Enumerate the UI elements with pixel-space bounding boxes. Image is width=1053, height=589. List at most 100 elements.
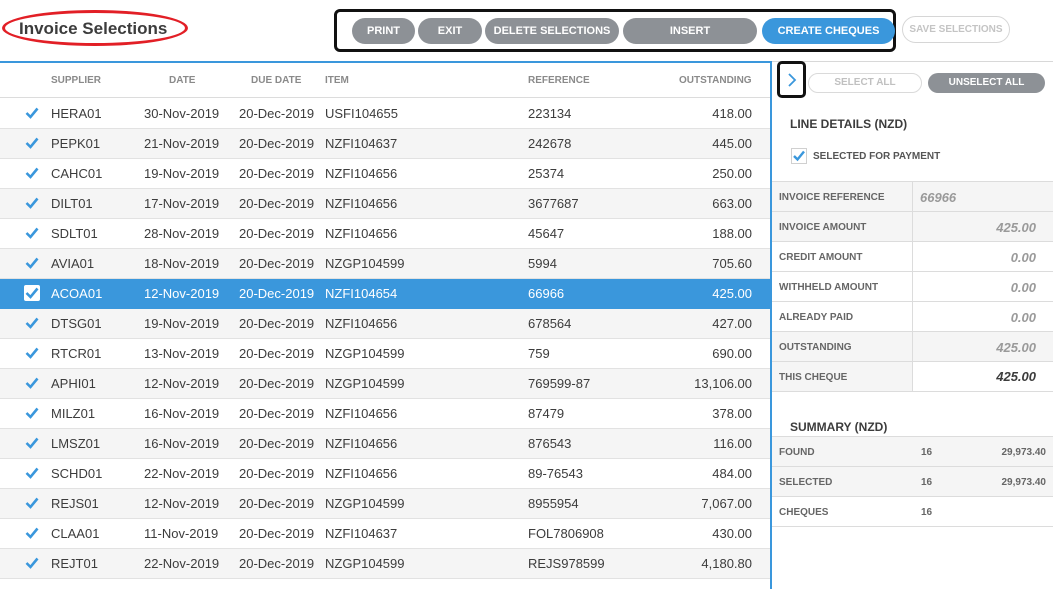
col-item[interactable]: ITEM bbox=[325, 75, 349, 86]
detail-value: 425.00 bbox=[996, 340, 1036, 355]
detail-value[interactable]: 0.00 bbox=[1011, 250, 1036, 265]
col-date[interactable]: DATE bbox=[169, 75, 195, 86]
toolbar: PRINT EXIT DELETE SELECTIONS INSERT CREA… bbox=[334, 9, 896, 52]
cell-supplier: ACOA01 bbox=[51, 286, 103, 301]
cell-due-date: 20-Dec-2019 bbox=[239, 136, 315, 151]
detail-row-outstanding: OUTSTANDING 425.00 bbox=[772, 332, 1053, 362]
cell-reference: 3677687 bbox=[528, 196, 579, 211]
cell-outstanding: 4,180.80 bbox=[701, 556, 752, 571]
row-checkbox-icon[interactable] bbox=[24, 255, 40, 271]
table-row[interactable]: DTSG01 19-Nov-2019 20-Dec-2019 NZFI104656 67… bbox=[0, 309, 770, 339]
chevron-right-icon bbox=[788, 73, 797, 87]
cell-date: 13-Nov-2019 bbox=[144, 346, 220, 361]
detail-row-invoice-amount: INVOICE AMOUNT 425.00 bbox=[772, 212, 1053, 242]
detail-value[interactable]: 0.00 bbox=[1011, 310, 1036, 325]
cell-outstanding: 7,067.00 bbox=[701, 496, 752, 511]
cell-date: 19-Nov-2019 bbox=[144, 316, 220, 331]
row-checkbox-icon[interactable] bbox=[24, 465, 40, 481]
detail-label: ALREADY PAID bbox=[779, 312, 854, 323]
collapse-panel-button[interactable] bbox=[777, 61, 806, 98]
row-checkbox-icon[interactable] bbox=[24, 225, 40, 241]
cell-item: NZGP104599 bbox=[325, 556, 405, 571]
checkbox-checked-icon[interactable] bbox=[791, 148, 807, 164]
cell-outstanding: 425.00 bbox=[712, 286, 752, 301]
table-row[interactable]: SCHD01 22-Nov-2019 20-Dec-2019 NZFI104656 89… bbox=[0, 459, 770, 489]
row-checkbox-icon[interactable] bbox=[24, 105, 40, 121]
table-row[interactable]: AVIA01 18-Nov-2019 20-Dec-2019 NZGP104599 59… bbox=[0, 249, 770, 279]
cell-due-date: 20-Dec-2019 bbox=[239, 436, 315, 451]
cell-supplier: CLAA01 bbox=[51, 526, 100, 541]
row-checkbox-icon[interactable] bbox=[24, 345, 40, 361]
table-row[interactable]: HERA01 30-Nov-2019 20-Dec-2019 USFI104655 22… bbox=[0, 99, 770, 129]
table-row[interactable]: CAHC01 19-Nov-2019 20-Dec-2019 NZFI104656 25… bbox=[0, 159, 770, 189]
detail-value[interactable]: 0.00 bbox=[1011, 280, 1036, 295]
delete-selections-button[interactable]: DELETE SELECTIONS bbox=[485, 18, 619, 44]
unselect-all-button[interactable]: UNSELECT ALL bbox=[928, 73, 1045, 93]
row-checkbox-icon[interactable] bbox=[24, 165, 40, 181]
table-row[interactable]: MILZ01 16-Nov-2019 20-Dec-2019 NZFI104656 87… bbox=[0, 399, 770, 429]
exit-button[interactable]: EXIT bbox=[418, 18, 482, 44]
print-button[interactable]: PRINT bbox=[352, 18, 415, 44]
cell-date: 18-Nov-2019 bbox=[144, 256, 220, 271]
table-row[interactable]: ACOA01 12-Nov-2019 20-Dec-2019 NZFI104654 66… bbox=[0, 279, 770, 309]
cell-item: NZFI104654 bbox=[325, 286, 398, 301]
cell-supplier: LMSZ01 bbox=[51, 436, 101, 451]
summary-label: CHEQUES bbox=[779, 507, 829, 518]
cell-date: 28-Nov-2019 bbox=[144, 226, 220, 241]
row-checkbox-icon[interactable] bbox=[24, 135, 40, 151]
detail-row-withheld-amount: WITHHELD AMOUNT 0.00 bbox=[772, 272, 1053, 302]
row-checkbox-icon[interactable] bbox=[24, 315, 40, 331]
cell-supplier: SDLT01 bbox=[51, 226, 98, 241]
row-checkbox-icon[interactable] bbox=[24, 555, 40, 571]
table-row[interactable]: APHI01 12-Nov-2019 20-Dec-2019 NZGP104599 76… bbox=[0, 369, 770, 399]
table-row[interactable]: REJS01 12-Nov-2019 20-Dec-2019 NZGP104599 89… bbox=[0, 489, 770, 519]
create-cheques-button[interactable]: CREATE CHEQUES bbox=[762, 18, 895, 44]
cell-due-date: 20-Dec-2019 bbox=[239, 496, 315, 511]
cell-outstanding: 430.00 bbox=[712, 526, 752, 541]
cell-date: 12-Nov-2019 bbox=[144, 496, 220, 511]
col-supplier[interactable]: SUPPLIER bbox=[51, 75, 101, 86]
row-checkbox-icon[interactable] bbox=[24, 285, 40, 301]
row-checkbox-icon[interactable] bbox=[24, 435, 40, 451]
detail-row-credit-amount: CREDIT AMOUNT 0.00 bbox=[772, 242, 1053, 272]
detail-label: CREDIT AMOUNT bbox=[779, 252, 863, 263]
detail-row-this-cheque: THIS CHEQUE 425.00 bbox=[772, 362, 1053, 392]
col-outstanding[interactable]: OUTSTANDING bbox=[679, 75, 752, 86]
table-row[interactable]: CLAA01 11-Nov-2019 20-Dec-2019 NZFI104637 FO… bbox=[0, 519, 770, 549]
table-row[interactable]: LMSZ01 16-Nov-2019 20-Dec-2019 NZFI104656 87… bbox=[0, 429, 770, 459]
row-checkbox-icon[interactable] bbox=[24, 495, 40, 511]
cell-due-date: 20-Dec-2019 bbox=[239, 406, 315, 421]
this-cheque-input[interactable]: 425.00 bbox=[913, 362, 1053, 391]
row-checkbox-icon[interactable] bbox=[24, 525, 40, 541]
cell-due-date: 20-Dec-2019 bbox=[239, 256, 315, 271]
cell-reference: REJS978599 bbox=[528, 556, 605, 571]
table-row[interactable]: REJT01 22-Nov-2019 20-Dec-2019 NZGP104599 RE… bbox=[0, 549, 770, 579]
cell-reference: 242678 bbox=[528, 136, 572, 151]
table-row[interactable]: RTCR01 13-Nov-2019 20-Dec-2019 NZGP104599 75… bbox=[0, 339, 770, 369]
selected-for-payment-label: SELECTED FOR PAYMENT bbox=[813, 151, 941, 162]
col-reference[interactable]: REFERENCE bbox=[528, 75, 590, 86]
cell-date: 16-Nov-2019 bbox=[144, 406, 220, 421]
cell-outstanding: 188.00 bbox=[712, 226, 752, 241]
cell-reference: 678564 bbox=[528, 316, 572, 331]
select-all-button[interactable]: SELECT ALL bbox=[808, 73, 922, 93]
cell-date: 19-Nov-2019 bbox=[144, 166, 220, 181]
row-checkbox-icon[interactable] bbox=[24, 405, 40, 421]
detail-label: THIS CHEQUE bbox=[779, 372, 848, 383]
cell-supplier: DILT01 bbox=[51, 196, 93, 211]
table-row[interactable]: PEPK01 21-Nov-2019 20-Dec-2019 NZFI104637 24… bbox=[0, 129, 770, 159]
summary-table: FOUND 16 29,973.40 SELECTED 16 29,973.40… bbox=[772, 436, 1053, 527]
table-row[interactable]: SDLT01 28-Nov-2019 20-Dec-2019 NZFI104656 45… bbox=[0, 219, 770, 249]
row-checkbox-icon[interactable] bbox=[24, 195, 40, 211]
cell-supplier: DTSG01 bbox=[51, 316, 102, 331]
save-selections-button[interactable]: SAVE SELECTIONS bbox=[902, 16, 1010, 43]
table-row[interactable]: DILT01 17-Nov-2019 20-Dec-2019 NZFI104656 36… bbox=[0, 189, 770, 219]
summary-total: 29,973.40 bbox=[1001, 447, 1047, 458]
cell-date: 12-Nov-2019 bbox=[144, 376, 220, 391]
col-due-date[interactable]: DUE DATE bbox=[251, 75, 301, 86]
insert-button[interactable]: INSERT bbox=[623, 18, 757, 44]
cell-due-date: 20-Dec-2019 bbox=[239, 556, 315, 571]
cell-date: 30-Nov-2019 bbox=[144, 106, 220, 121]
row-checkbox-icon[interactable] bbox=[24, 375, 40, 391]
detail-label: INVOICE AMOUNT bbox=[779, 222, 867, 233]
